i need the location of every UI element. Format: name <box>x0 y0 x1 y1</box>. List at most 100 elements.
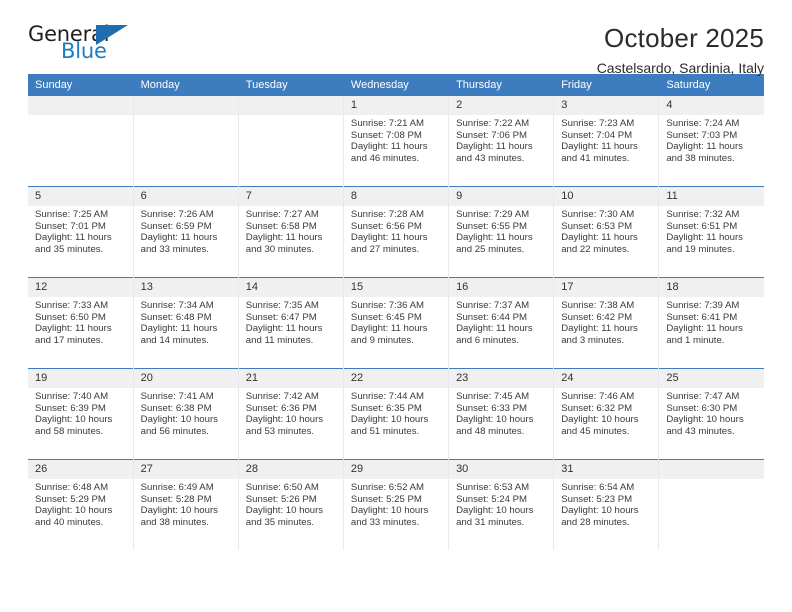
day-number <box>659 460 764 479</box>
day-cell[interactable]: 23 Sunrise: 7:45 AM Sunset: 6:33 PM Dayligh… <box>448 368 555 460</box>
day-cell[interactable]: 1 Sunrise: 7:21 AM Sunset: 7:08 PM Daylight… <box>343 96 450 187</box>
day-number: 19 <box>28 369 133 388</box>
day-cell[interactable]: 19 Sunrise: 7:40 AM Sunset: 6:39 PM Dayligh… <box>28 368 134 460</box>
sunrise-text: Sunrise: 7:37 AM <box>456 300 530 311</box>
day-number: 1 <box>343 96 449 115</box>
sunset-text: Sunset: 6:55 PM <box>456 220 527 232</box>
day-info: Sunrise: 7:36 AM Sunset: 6:45 PM Daylight:… <box>344 297 448 346</box>
sunrise-text: Sunrise: 7:40 AM <box>35 391 109 402</box>
day-info: Sunrise: 7:42 AM Sunset: 6:36 PM Daylight:… <box>239 388 343 437</box>
day-cell[interactable]: 5 Sunrise: 7:25 AM Sunset: 7:01 PM Daylight… <box>28 186 134 278</box>
day-info: Sunrise: 7:46 AM Sunset: 6:32 PM Daylight:… <box>554 388 658 437</box>
day-cell[interactable]: 22 Sunrise: 7:44 AM Sunset: 6:35 PM Dayligh… <box>343 368 450 460</box>
day-cell-empty <box>658 459 764 550</box>
sunrise-text: Sunrise: 6:53 AM <box>456 482 530 493</box>
day-cell[interactable]: 6 Sunrise: 7:26 AM Sunset: 6:59 PM Daylight… <box>133 186 239 278</box>
day-cell[interactable]: 2 Sunrise: 7:22 AM Sunset: 7:06 PM Daylight… <box>448 96 555 187</box>
sunset-text: Sunset: 5:29 PM <box>35 493 106 505</box>
day-cell[interactable]: 10 Sunrise: 7:30 AM Sunset: 6:53 PM Dayligh… <box>553 186 660 278</box>
daylight-text: Daylight: 11 hours and 35 minutes. <box>35 232 112 255</box>
weekday-header-wednesday: Wednesday <box>343 74 450 96</box>
day-cell[interactable]: 15 Sunrise: 7:36 AM Sunset: 6:45 PM Dayligh… <box>343 277 450 369</box>
day-cell-empty <box>28 96 134 187</box>
day-cell[interactable]: 13 Sunrise: 7:34 AM Sunset: 6:48 PM Dayligh… <box>133 277 239 369</box>
day-cell[interactable]: 14 Sunrise: 7:35 AM Sunset: 6:47 PM Dayligh… <box>238 277 344 369</box>
calendar-week-row: 5 Sunrise: 7:25 AM Sunset: 7:01 PM Daylight… <box>28 186 764 278</box>
sunset-text: Sunset: 7:08 PM <box>350 129 422 141</box>
sunrise-text: Sunrise: 7:35 AM <box>245 300 319 311</box>
day-cell[interactable]: 11 Sunrise: 7:32 AM Sunset: 6:51 PM Dayligh… <box>658 186 764 278</box>
day-cell[interactable]: 20 Sunrise: 7:41 AM Sunset: 6:38 PM Dayligh… <box>133 368 239 460</box>
sunset-text: Sunset: 6:53 PM <box>561 220 633 232</box>
day-cell[interactable]: 24 Sunrise: 7:46 AM Sunset: 6:32 PM Dayligh… <box>553 368 660 460</box>
logo-text-blue: Blue <box>61 39 107 63</box>
sunset-text: Sunset: 6:59 PM <box>140 220 212 232</box>
sunset-text: Sunset: 6:41 PM <box>666 311 738 323</box>
day-cell[interactable]: 31 Sunrise: 6:54 AM Sunset: 5:23 PM Dayligh… <box>553 459 660 550</box>
sunset-text: Sunset: 5:23 PM <box>561 493 633 505</box>
weekday-header-tuesday: Tuesday <box>238 74 344 96</box>
daylight-text: Daylight: 11 hours and 9 minutes. <box>350 323 428 346</box>
sunset-text: Sunset: 6:39 PM <box>35 402 106 414</box>
day-number: 23 <box>449 369 554 388</box>
day-info: Sunrise: 7:39 AM Sunset: 6:41 PM Daylight:… <box>659 297 764 346</box>
day-number: 7 <box>238 187 343 206</box>
daylight-text: Daylight: 10 hours and 56 minutes. <box>140 414 218 437</box>
daylight-text: Daylight: 11 hours and 3 minutes. <box>561 323 638 346</box>
daylight-text: Daylight: 11 hours and 22 minutes. <box>561 232 638 255</box>
daylight-text: Daylight: 11 hours and 17 minutes. <box>35 323 112 346</box>
daylight-text: Daylight: 11 hours and 30 minutes. <box>245 232 323 255</box>
day-number <box>133 96 238 115</box>
day-number: 26 <box>28 460 133 479</box>
day-cell[interactable]: 30 Sunrise: 6:53 AM Sunset: 5:24 PM Dayligh… <box>448 459 555 550</box>
day-number: 14 <box>238 278 343 297</box>
sunrise-text: Sunrise: 7:24 AM <box>666 118 740 129</box>
day-cell[interactable]: 9 Sunrise: 7:29 AM Sunset: 6:55 PM Daylight… <box>448 186 555 278</box>
daylight-text: Daylight: 10 hours and 53 minutes. <box>245 414 324 437</box>
day-cell[interactable]: 3 Sunrise: 7:23 AM Sunset: 7:04 PM Daylight… <box>553 96 660 187</box>
location-subtitle: Castelsardo, Sardinia, Italy <box>596 60 764 76</box>
day-cell[interactable]: 12 Sunrise: 7:33 AM Sunset: 6:50 PM Dayligh… <box>28 277 134 369</box>
sunset-text: Sunset: 7:06 PM <box>456 129 527 141</box>
sunrise-text: Sunrise: 7:46 AM <box>561 391 635 402</box>
day-info: Sunrise: 7:38 AM Sunset: 6:42 PM Daylight:… <box>554 297 658 346</box>
day-cell[interactable]: 16 Sunrise: 7:37 AM Sunset: 6:44 PM Dayligh… <box>448 277 555 369</box>
day-cell[interactable]: 7 Sunrise: 7:27 AM Sunset: 6:58 PM Daylight… <box>238 186 344 278</box>
day-cell[interactable]: 28 Sunrise: 6:50 AM Sunset: 5:26 PM Dayligh… <box>238 459 344 550</box>
title-block: October 2025 Castelsardo, Sardinia, Ital… <box>597 22 764 78</box>
daylight-text: Daylight: 11 hours and 38 minutes. <box>666 141 743 164</box>
day-info: Sunrise: 7:21 AM Sunset: 7:08 PM Daylight:… <box>344 115 448 164</box>
day-cell[interactable]: 25 Sunrise: 7:47 AM Sunset: 6:30 PM Dayligh… <box>658 368 764 460</box>
day-info: Sunrise: 7:45 AM Sunset: 6:33 PM Daylight:… <box>449 388 553 437</box>
general-blue-logo[interactable]: General Blue <box>28 22 138 68</box>
day-number: 24 <box>554 369 659 388</box>
sunrise-text: Sunrise: 7:45 AM <box>456 391 530 402</box>
day-number: 11 <box>659 187 764 206</box>
sunset-text: Sunset: 5:24 PM <box>456 493 527 505</box>
weekday-header-sunday: Sunday <box>28 74 134 96</box>
daylight-text: Daylight: 11 hours and 33 minutes. <box>140 232 218 255</box>
daylight-text: Daylight: 10 hours and 43 minutes. <box>666 414 744 437</box>
day-cell[interactable]: 8 Sunrise: 7:28 AM Sunset: 6:56 PM Daylight… <box>343 186 450 278</box>
day-info: Sunrise: 6:53 AM Sunset: 5:24 PM Daylight:… <box>449 479 553 528</box>
day-number: 9 <box>449 187 554 206</box>
daylight-text: Daylight: 10 hours and 40 minutes. <box>35 505 113 528</box>
day-number: 13 <box>133 278 238 297</box>
day-cell[interactable]: 29 Sunrise: 6:52 AM Sunset: 5:25 PM Dayligh… <box>343 459 450 550</box>
day-info: Sunrise: 7:27 AM Sunset: 6:58 PM Daylight:… <box>239 206 343 255</box>
day-cell[interactable]: 26 Sunrise: 6:48 AM Sunset: 5:29 PM Dayligh… <box>28 459 134 550</box>
day-cell[interactable]: 18 Sunrise: 7:39 AM Sunset: 6:41 PM Dayligh… <box>658 277 764 369</box>
day-cell[interactable]: 27 Sunrise: 6:49 AM Sunset: 5:28 PM Dayligh… <box>133 459 239 550</box>
sunrise-text: Sunrise: 7:36 AM <box>350 300 424 311</box>
sunrise-text: Sunrise: 7:34 AM <box>140 300 214 311</box>
day-number: 4 <box>659 96 764 115</box>
sunrise-text: Sunrise: 7:32 AM <box>666 209 740 220</box>
daylight-text: Daylight: 11 hours and 6 minutes. <box>456 323 533 346</box>
day-cell[interactable]: 17 Sunrise: 7:38 AM Sunset: 6:42 PM Dayligh… <box>553 277 660 369</box>
day-number <box>28 96 133 115</box>
day-cell[interactable]: 21 Sunrise: 7:42 AM Sunset: 6:36 PM Dayligh… <box>238 368 344 460</box>
sunrise-text: Sunrise: 7:22 AM <box>456 118 530 129</box>
day-number: 28 <box>238 460 343 479</box>
day-cell[interactable]: 4 Sunrise: 7:24 AM Sunset: 7:03 PM Daylight… <box>658 96 764 187</box>
daylight-text: Daylight: 10 hours and 45 minutes. <box>561 414 639 437</box>
